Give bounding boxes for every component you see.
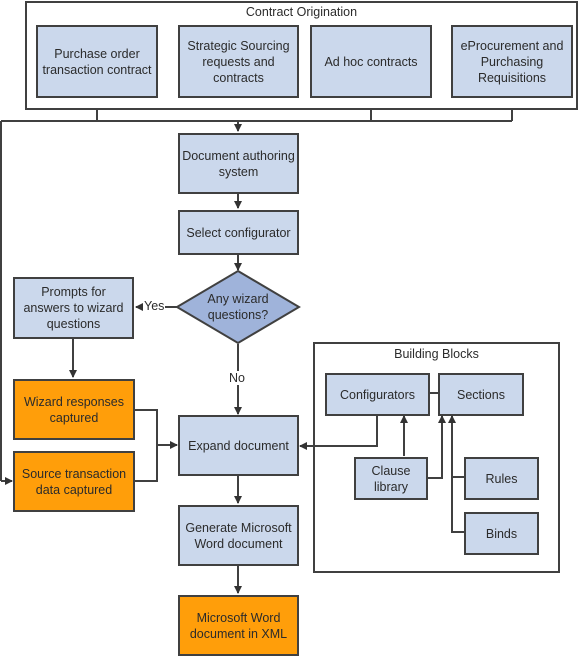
node-prompts-label: Prompts for answers to wizard questions [23,285,124,331]
node-rules[interactable]: Rules [464,457,539,500]
node-configurators[interactable]: Configurators [325,373,430,416]
node-clause-library[interactable]: Clause library [354,457,428,500]
node-select-configurator-label: Select configurator [186,225,291,240]
node-word-xml[interactable]: Microsoft Word document in XML [178,595,299,656]
node-expand-document[interactable]: Expand document [178,415,299,476]
node-source-transaction-label: Source transaction data captured [21,466,127,497]
node-sections-label: Sections [457,387,505,402]
node-purchase-order[interactable]: Purchase order transaction contract [36,25,158,98]
node-rules-label: Rules [485,471,518,486]
node-document-authoring-label: Document authoring system [182,148,295,179]
node-strategic-sourcing[interactable]: Strategic Sourcing requests and contract… [178,25,299,98]
node-sections[interactable]: Sections [438,373,524,416]
node-purchase-order-label: Purchase order transaction contract [42,46,152,77]
edge-label-yes: Yes [143,299,166,313]
node-ad-hoc-label: Ad hoc contracts [324,54,418,69]
edge-source-to-expand [135,445,158,482]
node-document-authoring[interactable]: Document authoring system [178,133,299,194]
edge-label-no: No [228,371,246,385]
edge-responses-to-expand [135,409,158,445]
node-ad-hoc[interactable]: Ad hoc contracts [310,25,432,98]
node-source-transaction[interactable]: Source transaction data captured [13,451,135,512]
node-select-configurator[interactable]: Select configurator [178,210,299,255]
node-binds-label: Binds [485,526,518,541]
node-eprocurement-label: eProcurement and Purchasing Requisitions [460,38,564,85]
node-generate-word[interactable]: Generate Microsoft Word document [178,505,299,566]
node-clause-library-label: Clause library [371,463,411,494]
node-strategic-sourcing-label: Strategic Sourcing requests and contract… [187,38,290,85]
node-expand-document-label: Expand document [188,438,289,453]
node-eprocurement[interactable]: eProcurement and Purchasing Requisitions [451,25,573,98]
node-wizard-responses-label: Wizard responses captured [23,394,125,425]
node-word-xml-label: Microsoft Word document in XML [189,610,288,641]
node-wizard-responses[interactable]: Wizard responses captured [13,379,135,440]
node-generate-word-label: Generate Microsoft Word document [185,520,292,551]
decision-wizard-questions[interactable]: Any wizard questions? [198,291,278,323]
contract-origination-title: Contract Origination [245,5,358,19]
node-configurators-label: Configurators [339,387,416,402]
node-binds[interactable]: Binds [464,512,539,555]
building-blocks-title: Building Blocks [394,347,479,361]
node-prompts[interactable]: Prompts for answers to wizard questions [13,277,134,339]
